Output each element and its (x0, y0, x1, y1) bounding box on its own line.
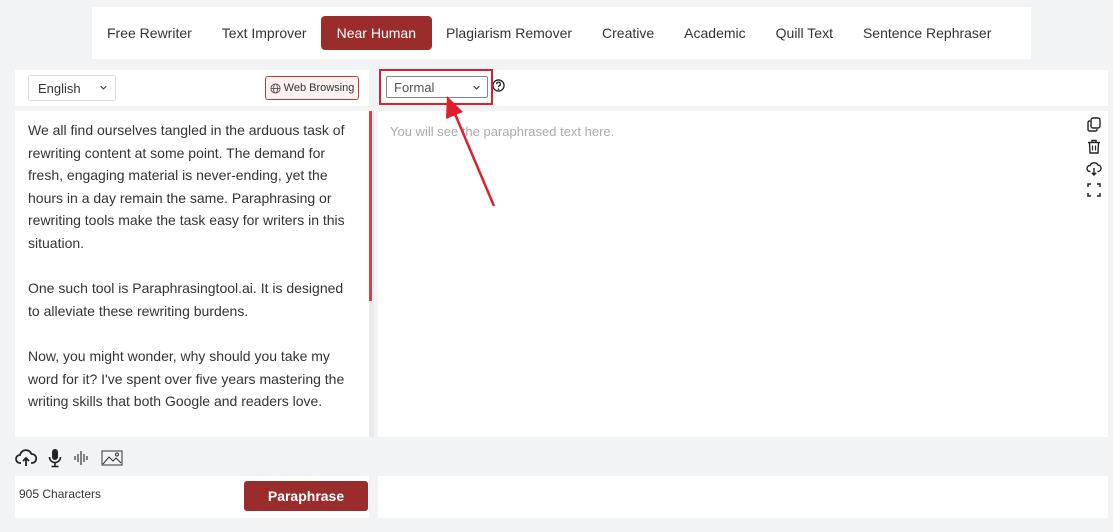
output-placeholder: You will see the paraphrased text here. (390, 124, 615, 139)
help-icon[interactable] (492, 79, 505, 92)
tab-creative[interactable]: Creative (602, 25, 654, 41)
trash-icon[interactable] (1087, 139, 1101, 154)
mode-tabs: Free Rewriter Text Improver Near Human P… (92, 7, 1031, 59)
scrollbar-thumb[interactable] (369, 111, 372, 301)
output-text-area: You will see the paraphrased text here. (378, 111, 1108, 437)
language-select-value: English (38, 80, 81, 96)
audio-wave-icon[interactable] (73, 450, 91, 466)
cloud-upload-icon[interactable] (15, 448, 37, 468)
output-actions (1086, 117, 1102, 197)
tab-quill-text[interactable]: Quill Text (776, 25, 833, 41)
globe-icon (270, 82, 281, 94)
tab-plagiarism-remover[interactable]: Plagiarism Remover (446, 25, 572, 41)
web-browsing-button[interactable]: Web Browsing (265, 76, 359, 100)
paraphrase-button[interactable]: Paraphrase (244, 481, 368, 511)
input-toolbar: English Web Browsing (15, 70, 369, 106)
copy-icon[interactable] (1087, 117, 1101, 132)
highlight-annotation-box (379, 69, 493, 105)
input-paragraph: Now, you might wonder, why should you ta… (28, 348, 345, 409)
output-footer (378, 476, 1108, 518)
input-tools (15, 444, 123, 472)
chevron-down-icon (100, 85, 107, 90)
input-paragraph: We all find ourselves tangled in the ard… (28, 122, 345, 251)
input-paragraph: One such tool is Paraphrasingtool.ai. It… (28, 280, 344, 319)
character-count: 905 Characters (19, 487, 102, 501)
input-scrollbar[interactable] (369, 111, 374, 437)
web-browsing-label: Web Browsing (283, 82, 355, 94)
tab-text-improver[interactable]: Text Improver (222, 25, 307, 41)
tab-free-rewriter[interactable]: Free Rewriter (107, 25, 192, 41)
tab-near-human[interactable]: Near Human (320, 16, 432, 50)
microphone-icon[interactable] (47, 448, 63, 468)
fullscreen-icon[interactable] (1087, 183, 1101, 197)
input-text-area[interactable]: We all find ourselves tangled in the ard… (15, 111, 369, 437)
tab-academic[interactable]: Academic (684, 25, 745, 41)
image-icon[interactable] (101, 450, 123, 466)
language-select[interactable]: English (28, 75, 116, 101)
tab-sentence-rephraser[interactable]: Sentence Rephraser (863, 25, 991, 41)
cloud-download-icon[interactable] (1086, 161, 1102, 176)
input-footer: 905 Characters Paraphrase (15, 476, 369, 518)
